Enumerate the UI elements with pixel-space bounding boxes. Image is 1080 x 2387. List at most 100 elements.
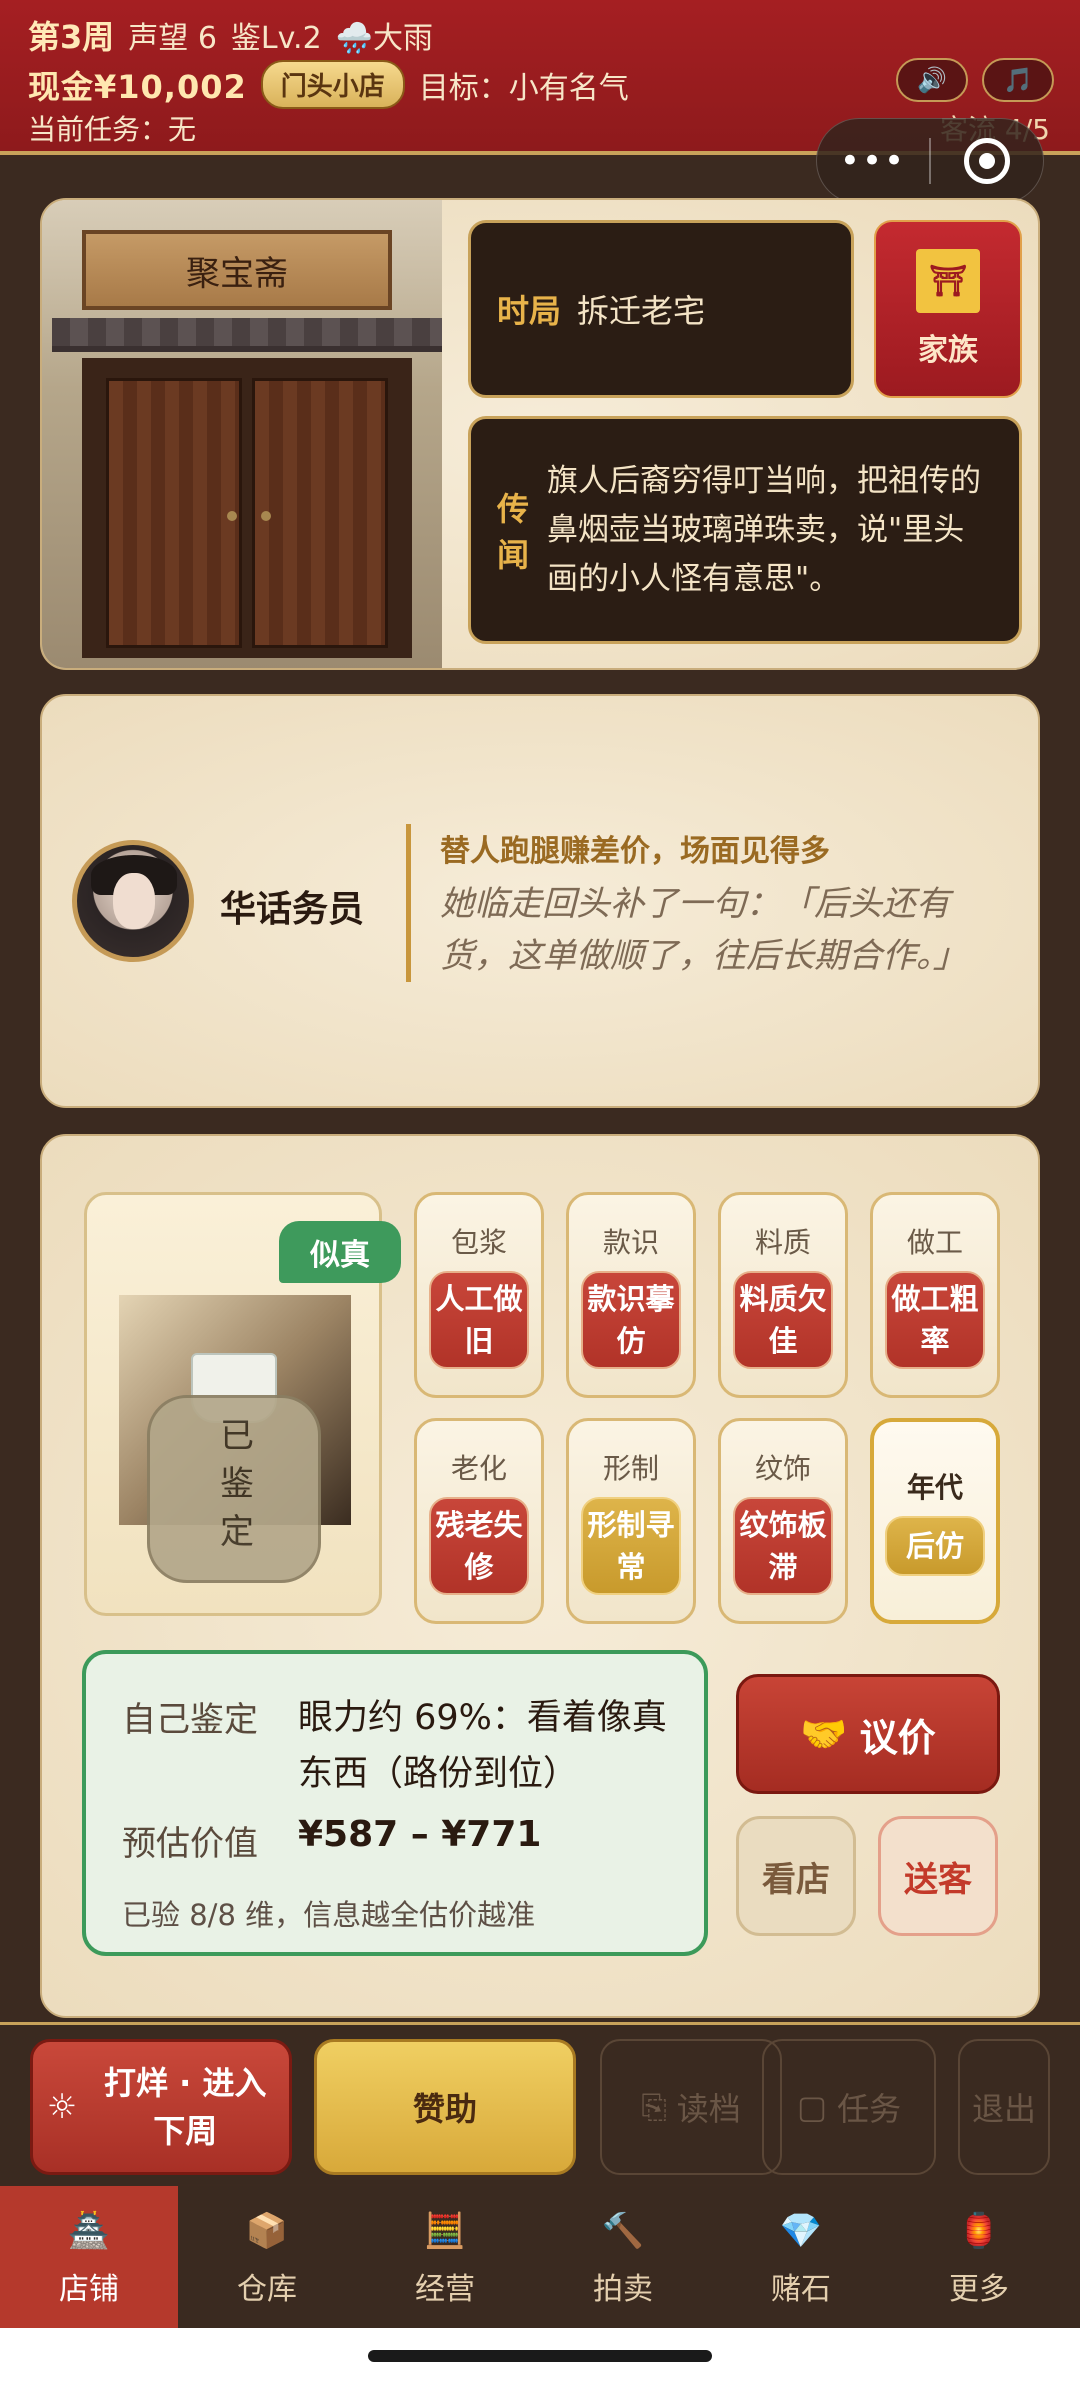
attr-card-craft[interactable]: 做工 做工粗率 — [870, 1192, 1000, 1398]
load-save-button[interactable]: ⎘ 读档 — [600, 2039, 782, 2175]
home-indicator[interactable] — [368, 2350, 712, 2362]
attr-card-era[interactable]: 年代 后仿 — [870, 1418, 1000, 1624]
speaker-icon: 🔊 — [917, 66, 947, 94]
handshake-icon: 🤝 — [800, 1711, 848, 1756]
customer-name: 华话务员 — [220, 889, 365, 930]
tab-label: 店铺 — [59, 2272, 119, 2307]
pavilion-icon: ⛩ — [916, 249, 980, 313]
abacus-icon: 🧮 — [423, 2211, 467, 2251]
attr-card-material[interactable]: 料质 料质欠佳 — [718, 1192, 848, 1398]
sponsor-button[interactable]: 赞助 — [314, 2039, 576, 2175]
appraisal-card: 似真 已鉴定 包浆 人工做旧 款识 款识摹仿 料质 料质欠佳 做工 做工粗率 老… — [40, 1134, 1040, 2018]
attr-value: 料质欠佳 — [733, 1271, 833, 1369]
load-label: 读档 — [676, 2090, 741, 2128]
weather-label: 🌧️大雨 — [335, 21, 434, 56]
look-shop-button[interactable]: 看店 — [736, 1816, 856, 1936]
attr-card-mark[interactable]: 款识 款识摹仿 — [566, 1192, 696, 1398]
tab-label: 更多 — [949, 2272, 1009, 2307]
tab-shop[interactable]: 🏯 店铺 — [0, 2186, 178, 2328]
tab-label: 赌石 — [771, 2272, 831, 2307]
exit-button[interactable]: 退出 — [958, 2039, 1050, 2175]
item-panel[interactable]: 似真 已鉴定 — [84, 1192, 401, 1616]
store-signboard: 聚宝斋 — [82, 230, 392, 310]
attr-value: 款识摹仿 — [581, 1271, 681, 1369]
left-door — [106, 378, 242, 648]
attr-name: 老化 — [450, 1452, 507, 1485]
rumor-text: 旗人后裔穷得叮当响，把祖传的鼻烟壶当玻璃弹珠卖，说"里头画的小人怪有意思"。 — [547, 462, 982, 597]
tab-label: 拍卖 — [593, 2272, 653, 2307]
attr-value: 人工做旧 — [429, 1271, 529, 1369]
attr-name: 形制 — [602, 1452, 659, 1485]
tab-more[interactable]: 🏮 更多 — [890, 2186, 1068, 2328]
customer-trait: 替人跑腿赚差价，场面见得多 — [440, 834, 830, 869]
action-bar: ☼ 打烊 · 进入下周 赞助 ⎘ 读档 ▢ 任务 退出 — [0, 2022, 1080, 2184]
reputation-label: 声望 6 — [128, 21, 217, 56]
miniapp-capsule: ••• — [816, 118, 1044, 204]
task-icon: ▢ — [796, 2088, 828, 2126]
customer-avatar[interactable] — [72, 840, 194, 962]
rumor-label: 传闻 — [497, 490, 530, 574]
situation-panel: 时局 拆迁老宅 — [468, 220, 854, 398]
attr-name: 年代 — [906, 1471, 963, 1504]
tab-warehouse[interactable]: 📦 仓库 — [178, 2186, 356, 2328]
situation-value: 拆迁老宅 — [577, 292, 706, 330]
judgment-note: 已验 8/8 维，信息越全估价越准 — [122, 1898, 536, 1932]
attr-name: 料质 — [754, 1226, 811, 1259]
attr-name: 包浆 — [450, 1226, 507, 1259]
music-note-icon: 🎵 — [1003, 66, 1033, 94]
appraisal-level-label: 鉴Lv.2 — [230, 21, 322, 56]
attr-name: 纹饰 — [754, 1452, 811, 1485]
self-judgment-text: 眼力约 69%：看着像真东西（路份到位） — [298, 1698, 667, 1794]
chest-icon: 📦 — [245, 2211, 289, 2251]
estimate-value: ¥587 – ¥771 — [298, 1814, 542, 1855]
door-frame — [82, 358, 412, 658]
music-toggle-button[interactable]: 🎵 — [982, 58, 1054, 102]
attr-card-shape[interactable]: 形制 形制寻常 — [566, 1418, 696, 1624]
sound-toggle-button[interactable]: 🔊 — [896, 58, 968, 102]
attr-card-aging[interactable]: 老化 残老失修 — [414, 1418, 544, 1624]
attr-name: 款识 — [602, 1226, 659, 1259]
status-row-1: 第3周 声望 6 鉴Lv.2 🌧️大雨 — [28, 12, 433, 58]
store-front-image: 聚宝斋 — [42, 200, 442, 668]
bottom-tab-bar: 🏯 店铺 📦 仓库 🧮 经营 🔨 拍卖 💎 赌石 🏮 更多 — [0, 2186, 1080, 2328]
cash-label: 现金¥10,002 — [28, 67, 247, 106]
attr-card-pattern[interactable]: 纹饰 纹饰板滞 — [718, 1418, 848, 1624]
gavel-icon: 🔨 — [601, 2211, 645, 2251]
task-button[interactable]: ▢ 任务 — [762, 2039, 936, 2175]
current-task-label: 当前任务：无 — [28, 113, 197, 146]
store-card: 聚宝斋 时局 拆迁老宅 ⛩ 家族 传闻 旗人后裔穷得叮当响，把祖传的鼻烟壶当玻璃… — [40, 198, 1040, 670]
next-week-label: 打烊 · 进入下周 — [104, 2064, 267, 2150]
week-label: 第3周 — [28, 18, 115, 56]
judgment-panel: 自己鉴定 眼力约 69%：看着像真东西（路份到位） 预估价值 ¥587 – ¥7… — [82, 1650, 708, 1956]
customer-card: 华话务员 替人跑腿赚差价，场面见得多 她临走回头补了一句：「后头还有货，这单做顺… — [40, 694, 1040, 1108]
family-label: 家族 — [918, 333, 978, 368]
next-week-button[interactable]: ☼ 打烊 · 进入下周 — [30, 2039, 292, 2175]
sun-icon: ☼ — [46, 2087, 78, 2127]
tab-auction[interactable]: 🔨 拍卖 — [534, 2186, 712, 2328]
estimate-label: 预估价值 — [122, 1824, 258, 1864]
attr-card-patina[interactable]: 包浆 人工做旧 — [414, 1192, 544, 1398]
tab-label: 仓库 — [237, 2272, 297, 2307]
status-row-2: 现金¥10,002 门头小店 目标：小有名气 — [28, 60, 629, 109]
more-menu-button[interactable]: ••• — [817, 141, 929, 181]
self-judgment-label: 自己鉴定 — [122, 1700, 258, 1740]
shop-level-badge: 门头小店 — [260, 60, 405, 109]
customer-divider — [406, 824, 411, 982]
close-miniapp-button[interactable] — [931, 138, 1043, 184]
task-label: 任务 — [837, 2090, 902, 2128]
send-off-button[interactable]: 送客 — [878, 1816, 998, 1936]
target-circle-icon — [964, 138, 1010, 184]
tab-business[interactable]: 🧮 经营 — [356, 2186, 534, 2328]
situation-label: 时局 — [497, 292, 562, 330]
identified-stamp: 已鉴定 — [147, 1395, 321, 1583]
folder-icon: ⎘ — [641, 2087, 667, 2126]
family-button[interactable]: ⛩ 家族 — [874, 220, 1022, 398]
shop-pavilion-icon: 🏯 — [67, 2211, 111, 2251]
attr-name: 做工 — [906, 1226, 963, 1259]
negotiate-button[interactable]: 🤝 议价 — [736, 1674, 1000, 1794]
tab-stone-gamble[interactable]: 💎 赌石 — [712, 2186, 890, 2328]
attr-value: 残老失修 — [429, 1497, 529, 1595]
attr-value: 形制寻常 — [581, 1497, 681, 1595]
negotiate-label: 议价 — [859, 1715, 936, 1760]
tab-label: 经营 — [415, 2272, 475, 2307]
